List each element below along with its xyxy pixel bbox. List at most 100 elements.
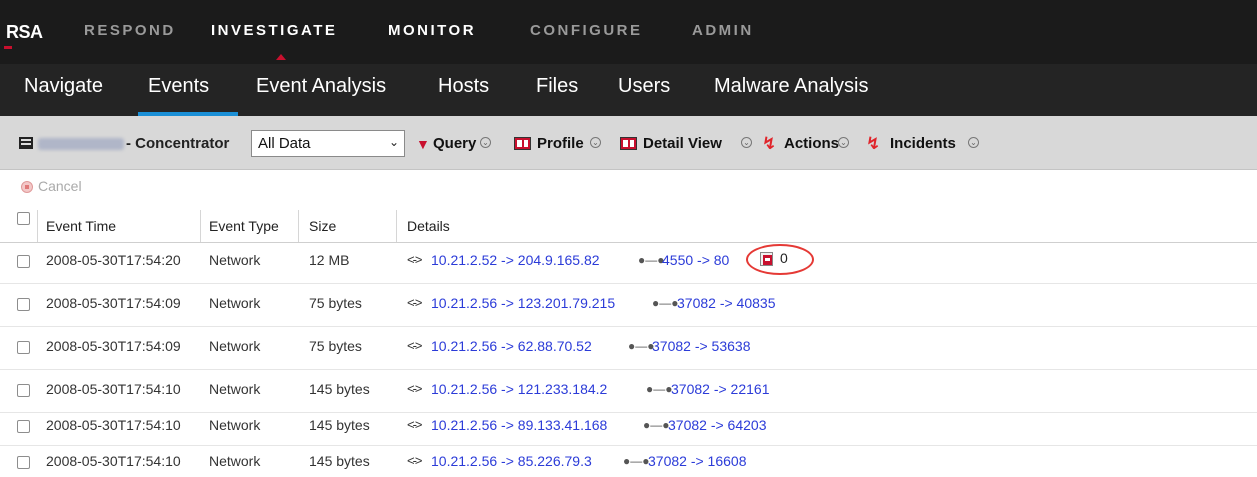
event-size: 12 MB xyxy=(309,252,350,268)
event-size: 75 bytes xyxy=(309,338,362,354)
port-flow-link[interactable]: 37082 -> 22161 xyxy=(671,381,769,397)
chevron-down-icon: ⌄ xyxy=(388,135,399,149)
bidirectional-arrow-icon: <-> xyxy=(407,338,422,353)
event-time: 2008-05-30T17:54:09 xyxy=(46,338,181,354)
topnav-monitor[interactable]: MONITOR xyxy=(388,22,476,39)
profile-icon xyxy=(514,137,531,150)
topnav-admin[interactable]: ADMIN xyxy=(692,22,754,39)
row-checkbox[interactable] xyxy=(17,341,30,354)
port-flow-link[interactable]: 4550 -> 80 xyxy=(662,252,729,268)
incidents-menu[interactable]: Incidents xyxy=(890,135,956,152)
row-divider xyxy=(0,326,1257,327)
column-header-event-time[interactable]: Event Time xyxy=(46,218,116,234)
bidirectional-arrow-icon: <-> xyxy=(407,295,422,310)
column-divider xyxy=(200,210,201,242)
ip-flow-link[interactable]: 10.21.2.56 -> 62.88.70.52 xyxy=(431,338,592,354)
port-connector-icon: ●—● xyxy=(646,382,673,396)
event-type: Network xyxy=(209,381,261,397)
incidents-chevron-icon[interactable]: ⌄ xyxy=(968,137,979,148)
bidirectional-arrow-icon: <-> xyxy=(407,381,422,396)
funnel-icon: ▼ xyxy=(416,136,430,152)
event-time: 2008-05-30T17:54:10 xyxy=(46,381,181,397)
top-navigation: RSA RESPOND INVESTIGATE MONITOR CONFIGUR… xyxy=(0,0,1257,64)
row-divider xyxy=(0,369,1257,370)
topnav-investigate[interactable]: INVESTIGATE xyxy=(211,22,337,39)
event-type: Network xyxy=(209,252,261,268)
tab-events[interactable]: Events xyxy=(148,75,209,98)
actions-chevron-icon[interactable]: ⌄ xyxy=(838,137,849,148)
row-checkbox[interactable] xyxy=(17,298,30,311)
select-all-checkbox[interactable] xyxy=(17,212,30,225)
lightning-icon: ↯ xyxy=(762,134,777,153)
tab-files[interactable]: Files xyxy=(536,75,578,98)
port-flow-link[interactable]: 37082 -> 64203 xyxy=(668,417,766,433)
port-flow-link[interactable]: 37082 -> 16608 xyxy=(648,453,746,469)
lightning-icon: ↯ xyxy=(866,134,881,153)
event-type: Network xyxy=(209,338,261,354)
logo-text: RSA xyxy=(6,22,43,42)
row-checkbox[interactable] xyxy=(17,384,30,397)
query-chevron-icon[interactable]: ⌄ xyxy=(480,137,491,148)
ip-flow-link[interactable]: 10.21.2.56 -> 123.201.79.215 xyxy=(431,295,615,311)
sub-navigation: Navigate Events Event Analysis Hosts Fil… xyxy=(0,64,1257,116)
service-icon[interactable] xyxy=(19,137,33,149)
event-time: 2008-05-30T17:54:09 xyxy=(46,295,181,311)
ip-flow-link[interactable]: 10.21.2.56 -> 89.133.41.168 xyxy=(431,417,607,433)
event-size: 145 bytes xyxy=(309,417,370,433)
highlight-annotation-circle xyxy=(746,244,814,275)
event-type: Network xyxy=(209,295,261,311)
tab-navigate[interactable]: Navigate xyxy=(24,75,103,98)
column-divider xyxy=(37,210,38,242)
data-profile-select[interactable]: All Data ⌄ xyxy=(251,130,405,157)
cancel-button[interactable]: Cancel xyxy=(38,178,82,194)
port-connector-icon: ●—● xyxy=(643,418,670,432)
port-connector-icon: ●—● xyxy=(623,454,650,468)
query-menu[interactable]: Query xyxy=(433,135,476,152)
service-name-label[interactable]: - Concentrator xyxy=(126,135,229,152)
cancel-icon xyxy=(21,181,33,193)
investigation-toolbar: - Concentrator All Data ⌄ ▼ Query ⌄ Prof… xyxy=(0,116,1257,170)
column-header-event-type[interactable]: Event Type xyxy=(209,218,279,234)
tab-hosts[interactable]: Hosts xyxy=(438,75,489,98)
column-header-details[interactable]: Details xyxy=(407,218,450,234)
row-divider xyxy=(0,445,1257,446)
port-connector-icon: ●—● xyxy=(652,296,679,310)
event-time: 2008-05-30T17:54:20 xyxy=(46,252,181,268)
event-type: Network xyxy=(209,453,261,469)
topnav-respond[interactable]: RESPOND xyxy=(84,22,176,39)
row-checkbox[interactable] xyxy=(17,255,30,268)
port-connector-icon: ●—● xyxy=(638,253,665,267)
active-section-marker xyxy=(276,54,286,60)
row-divider xyxy=(0,412,1257,413)
logo-accent-bar xyxy=(4,46,12,49)
event-time: 2008-05-30T17:54:10 xyxy=(46,453,181,469)
profile-chevron-icon[interactable]: ⌄ xyxy=(590,137,601,148)
actions-menu[interactable]: Actions xyxy=(784,135,839,152)
event-size: 75 bytes xyxy=(309,295,362,311)
ip-flow-link[interactable]: 10.21.2.56 -> 85.226.79.3 xyxy=(431,453,592,469)
bidirectional-arrow-icon: <-> xyxy=(407,417,422,432)
event-size: 145 bytes xyxy=(309,381,370,397)
rsa-logo[interactable]: RSA xyxy=(0,0,52,64)
column-divider xyxy=(396,210,397,242)
bidirectional-arrow-icon: <-> xyxy=(407,252,422,267)
row-checkbox[interactable] xyxy=(17,456,30,469)
profile-menu[interactable]: Profile xyxy=(537,135,584,152)
topnav-configure[interactable]: CONFIGURE xyxy=(530,22,643,39)
column-header-size[interactable]: Size xyxy=(309,218,336,234)
service-name-redacted xyxy=(38,138,124,150)
port-flow-link[interactable]: 37082 -> 40835 xyxy=(677,295,775,311)
event-size: 145 bytes xyxy=(309,453,370,469)
detail-view-icon xyxy=(620,137,637,150)
detail-view-menu[interactable]: Detail View xyxy=(643,135,722,152)
detail-view-chevron-icon[interactable]: ⌄ xyxy=(741,137,752,148)
event-time: 2008-05-30T17:54:10 xyxy=(46,417,181,433)
tab-malware-analysis[interactable]: Malware Analysis xyxy=(714,75,869,98)
port-connector-icon: ●—● xyxy=(628,339,655,353)
ip-flow-link[interactable]: 10.21.2.52 -> 204.9.165.82 xyxy=(431,252,600,268)
row-checkbox[interactable] xyxy=(17,420,30,433)
tab-event-analysis[interactable]: Event Analysis xyxy=(256,75,386,98)
ip-flow-link[interactable]: 10.21.2.56 -> 121.233.184.2 xyxy=(431,381,607,397)
tab-users[interactable]: Users xyxy=(618,75,670,98)
port-flow-link[interactable]: 37082 -> 53638 xyxy=(652,338,750,354)
